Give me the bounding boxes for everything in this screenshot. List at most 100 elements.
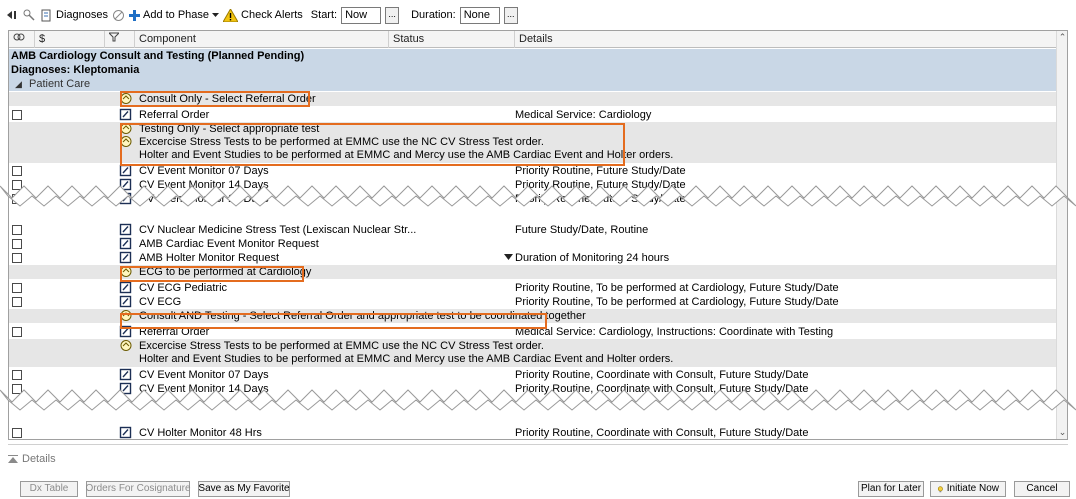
order-row[interactable]: CV Event Monitor 14 Days Priority Routine… <box>9 382 1057 396</box>
dropdown-arrow-icon[interactable] <box>504 252 513 266</box>
order-icon <box>119 382 133 396</box>
order-name: CV Event Monitor 07 Days <box>139 165 269 177</box>
order-row[interactable]: CV Event Monitor 14 Days Priority Routine… <box>9 178 1057 192</box>
filter-icon <box>107 32 121 42</box>
plan-title: AMB Cardiology Consult and Testing (Plan… <box>11 50 305 62</box>
scroll-down-icon[interactable]: ⌄ <box>1058 428 1067 437</box>
note-icon <box>119 135 133 149</box>
order-checkbox[interactable] <box>12 283 22 293</box>
order-details: Duration of Monitoring 24 hours <box>515 252 670 264</box>
order-details: Medical Service: Cardiology <box>515 109 652 121</box>
section-label: Patient Care <box>28 78 91 90</box>
order-checkbox[interactable] <box>12 225 22 235</box>
order-checkbox[interactable] <box>12 384 22 394</box>
note-icon <box>119 265 133 279</box>
collapse-triangle-icon[interactable]: ◢ <box>15 79 22 89</box>
diagnoses-button[interactable]: Diagnoses <box>40 9 108 22</box>
plan-for-later-button[interactable]: Plan for Later <box>858 481 924 497</box>
order-row[interactable]: Referral Order Medical Service: Cardiolog… <box>9 108 1057 122</box>
note-icon <box>119 92 133 106</box>
note-line: Excercise Stress Tests to be performed a… <box>139 136 544 148</box>
component-column-header[interactable]: Component <box>135 31 389 48</box>
orders-for-cosignature-button[interactable]: Orders For Cosignature <box>85 481 191 497</box>
scroll-up-icon[interactable]: ⌃ <box>1058 33 1067 42</box>
start-picker-button[interactable]: ... <box>385 6 400 24</box>
order-checkbox[interactable] <box>12 370 22 380</box>
link-icon <box>13 33 25 41</box>
order-row[interactable]: Referral Order Medical Service: Cardiolog… <box>9 325 1057 339</box>
vertical-scrollbar[interactable]: ⌃ ⌄ <box>1056 31 1067 439</box>
order-name: Referral Order <box>139 326 210 338</box>
order-icon <box>119 325 133 339</box>
order-icon <box>119 192 133 206</box>
details-column-header[interactable]: Details <box>515 31 1057 48</box>
order-icon <box>119 251 133 265</box>
save-as-favorite-button[interactable]: Save as My Favorite <box>198 481 290 497</box>
order-icon <box>119 368 133 382</box>
order-name: CV Event Monitor 21 Days <box>139 193 269 205</box>
link-column-header[interactable] <box>9 31 35 48</box>
duration-input[interactable]: None <box>459 6 500 24</box>
note-text: Consult AND Testing - Select Referral Or… <box>139 310 586 322</box>
planned-orders-window: Diagnoses Add to Phase Check Alerts Star… <box>0 0 1076 499</box>
grid-header: $ Component Status Details <box>9 31 1057 48</box>
dollar-column-header[interactable]: $ <box>35 31 105 48</box>
initiate-now-label: Initiate Now <box>946 483 999 494</box>
check-alerts-button[interactable]: Check Alerts <box>223 8 303 22</box>
note-icon <box>119 122 133 136</box>
note-row: ECG to be performed at Cardiology <box>9 265 1057 279</box>
order-row[interactable]: CV ECG Priority Routine, To be performed … <box>9 295 1057 309</box>
order-row[interactable]: CV Event Monitor 07 Days Priority Routine… <box>9 368 1057 382</box>
start-input[interactable]: Now <box>341 6 382 24</box>
order-row[interactable]: CV ECG Pediatric Priority Routine, To be … <box>9 281 1057 295</box>
order-name: CV Event Monitor 07 Days <box>139 369 269 381</box>
filter-column-header[interactable] <box>105 31 135 48</box>
order-checkbox[interactable] <box>12 239 22 249</box>
note-icon <box>119 339 133 353</box>
order-row[interactable]: AMB Holter Monitor Request Duration of Mo… <box>9 251 1057 265</box>
check-alerts-label: Check Alerts <box>241 9 303 21</box>
order-name: AMB Cardiac Event Monitor Request <box>139 238 319 250</box>
order-checkbox[interactable] <box>12 327 22 337</box>
warning-icon <box>223 8 239 22</box>
order-checkbox[interactable] <box>12 180 22 190</box>
note-block-row: Testing Only - Select appropriate test Ex… <box>9 122 1057 163</box>
section-row[interactable]: ◢ Patient Care <box>9 77 1057 91</box>
order-details: Medical Service: Cardiology, Instruction… <box>515 326 834 338</box>
order-checkbox[interactable] <box>12 297 22 307</box>
duration-picker-button[interactable]: ... <box>503 6 518 24</box>
order-icon <box>119 237 133 251</box>
pin-icon[interactable] <box>22 8 36 22</box>
menu-toggle-icon[interactable] <box>6 9 18 21</box>
order-checkbox[interactable] <box>12 253 22 263</box>
add-to-phase-label: Add to Phase <box>142 9 210 21</box>
details-toggle[interactable]: Details <box>8 452 308 466</box>
initiate-now-button[interactable]: Initiate Now <box>930 481 1006 497</box>
order-checkbox[interactable] <box>12 166 22 176</box>
dx-table-button[interactable]: Dx Table <box>20 481 78 497</box>
note-line: Holter and Event Studies to be performed… <box>139 353 674 365</box>
diagnoses-icon <box>41 9 51 21</box>
no-entry-icon[interactable] <box>112 9 125 22</box>
cancel-button[interactable]: Cancel <box>1014 481 1070 497</box>
order-row[interactable]: CV Event Monitor 07 Days Priority Routine… <box>9 164 1057 178</box>
order-checkbox[interactable] <box>12 110 22 120</box>
order-row[interactable]: AMB Cardiac Event Monitor Request <box>9 237 1057 251</box>
toolbar: Diagnoses Add to Phase Check Alerts Star… <box>2 2 1070 28</box>
note-row: Consult AND Testing - Select Referral Or… <box>9 309 1057 323</box>
order-row[interactable]: CV Event Monitor 21 Days Priority Routine… <box>9 192 1057 206</box>
duration-label: Duration: <box>411 9 456 21</box>
collapse-up-icon <box>8 455 18 463</box>
order-icon <box>119 223 133 237</box>
dropdown-arrow-icon <box>212 12 220 17</box>
status-column-header[interactable]: Status <box>389 31 515 48</box>
add-to-phase-button[interactable]: Add to Phase <box>128 9 220 21</box>
order-icon <box>119 426 133 439</box>
order-name: Referral Order <box>139 109 210 121</box>
order-checkbox[interactable] <box>12 194 22 204</box>
order-row[interactable]: CV Holter Monitor 48 Hrs Priority Routine… <box>9 426 1057 439</box>
order-details: Priority Routine, To be performed at Car… <box>515 296 839 308</box>
order-icon <box>119 178 133 192</box>
order-checkbox[interactable] <box>12 428 22 438</box>
order-row[interactable]: CV Nuclear Medicine Stress Test (Lexisca… <box>9 223 1057 237</box>
